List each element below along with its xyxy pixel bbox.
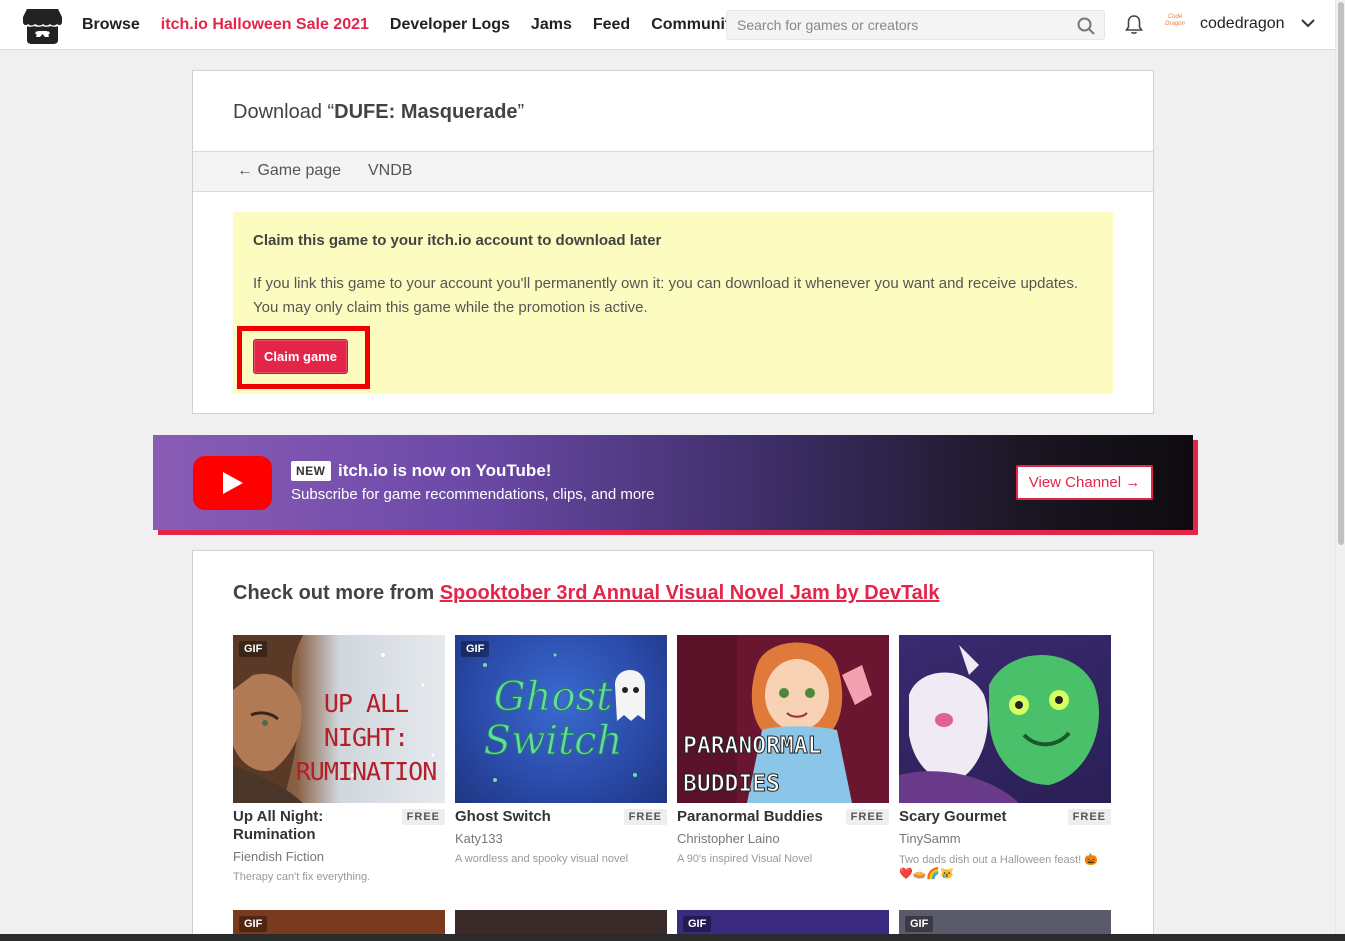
bottom-bar	[0, 934, 1345, 941]
chevron-down-icon[interactable]	[1300, 17, 1316, 29]
game-cover[interactable]: GIF UP ALL NIGHT: RUMINATION	[233, 635, 445, 803]
price-badge: FREE	[1067, 809, 1111, 825]
game-author[interactable]: TinySamm	[899, 831, 961, 846]
more-games-section: Check out more from Spooktober 3rd Annua…	[192, 550, 1154, 941]
scrollbar-thumb[interactable]	[1338, 2, 1344, 545]
cover-title: PARANORMAL BUDDIES	[683, 733, 822, 798]
search-input[interactable]	[727, 11, 1104, 39]
game-title[interactable]: Ghost Switch	[455, 808, 615, 826]
top-bar: Browse itch.io Halloween Sale 2021 Devel…	[0, 0, 1335, 50]
main-nav: Browse itch.io Halloween Sale 2021 Devel…	[82, 0, 760, 50]
youtube-subtitle: Subscribe for game recommendations, clip…	[291, 486, 655, 503]
game-cover[interactable]: PARANORMAL BUDDIES	[677, 635, 889, 803]
jam-link[interactable]: Spooktober 3rd Annual Visual Novel Jam b…	[440, 582, 940, 604]
game-card[interactable]: GIF Ghost Switch Ghost Switch FREE Katy1…	[455, 635, 667, 865]
game-author[interactable]: Katy133	[455, 831, 503, 846]
game-description: Therapy can't fix everything.	[233, 871, 371, 883]
nav-jams[interactable]: Jams	[531, 16, 572, 34]
game-card[interactable]: Scary Gourmet FREE TinySamm Two dads dis…	[899, 635, 1111, 880]
gif-badge: GIF	[461, 641, 490, 657]
youtube-logo-icon	[193, 456, 272, 510]
game-card[interactable]: PARANORMAL BUDDIES Paranormal Buddies FR…	[677, 635, 889, 865]
vndb-link[interactable]: VNDB	[368, 162, 412, 180]
notifications-bell-icon[interactable]	[1124, 14, 1144, 35]
price-badge: FREE	[623, 809, 667, 825]
claim-heading: Claim this game to your itch.io account …	[253, 232, 662, 249]
page-scrollbar[interactable]	[1335, 0, 1345, 941]
claim-game-button[interactable]: Claim game	[253, 339, 348, 374]
claim-box: Claim this game to your itch.io account …	[233, 212, 1113, 394]
game-cover[interactable]	[899, 635, 1111, 803]
game-page-link[interactable]: ← Game page	[237, 162, 341, 180]
username[interactable]: codedragon	[1200, 15, 1285, 33]
nav-feed[interactable]: Feed	[593, 16, 630, 34]
gif-badge: GIF	[905, 916, 934, 932]
gif-badge: GIF	[239, 916, 268, 932]
game-title[interactable]: Scary Gourmet	[899, 808, 1059, 826]
nav-browse[interactable]: Browse	[82, 16, 140, 34]
price-badge: FREE	[401, 809, 445, 825]
search-box	[726, 10, 1105, 40]
nav-halloween-sale[interactable]: itch.io Halloween Sale 2021	[161, 16, 369, 34]
game-card[interactable]: GIF UP ALL NIGHT: RUMINATION Up All Nigh…	[233, 635, 445, 883]
gif-badge: GIF	[683, 916, 712, 932]
gif-badge: GIF	[239, 641, 268, 657]
new-badge: NEW	[291, 461, 331, 481]
game-description: Two dads dish out a Halloween feast! 🎃❤️…	[899, 854, 1098, 880]
cover-title: UP ALL NIGHT: RUMINATION	[295, 689, 438, 786]
sub-nav: ← Game page VNDB	[193, 151, 1153, 192]
game-author[interactable]: Fiendish Fiction	[233, 849, 324, 864]
itchio-logo-icon[interactable]	[23, 7, 62, 44]
cover-title: Ghost Switch	[483, 674, 623, 764]
avatar[interactable]: Code Dragon	[1163, 14, 1187, 34]
nav-developer-logs[interactable]: Developer Logs	[390, 16, 510, 34]
cover-art-scary-gourmet	[899, 645, 1099, 803]
page-title: Download “DUFE: Masquerade”	[233, 101, 525, 123]
game-author[interactable]: Christopher Laino	[677, 831, 780, 846]
view-channel-button[interactable]: View Channel →	[1016, 465, 1153, 500]
game-title[interactable]: Up All Night: Rumination	[233, 808, 393, 844]
download-panel: Download “DUFE: Masquerade” ← Game page …	[192, 70, 1154, 414]
youtube-banner[interactable]: NEW itch.io is now on YouTube! Subscribe…	[153, 435, 1193, 530]
game-title[interactable]: Paranormal Buddies	[677, 808, 837, 826]
game-description: A 90's inspired Visual Novel	[677, 853, 813, 865]
claim-text: If you link this game to your account yo…	[253, 275, 1078, 316]
search-icon[interactable]	[1077, 17, 1095, 35]
game-description: A wordless and spooky visual novel	[455, 853, 629, 865]
game-cover[interactable]: GIF Ghost Switch	[455, 635, 667, 803]
price-badge: FREE	[845, 809, 889, 825]
youtube-title: itch.io is now on YouTube!	[338, 461, 552, 480]
more-heading: Check out more from Spooktober 3rd Annua…	[233, 582, 940, 604]
